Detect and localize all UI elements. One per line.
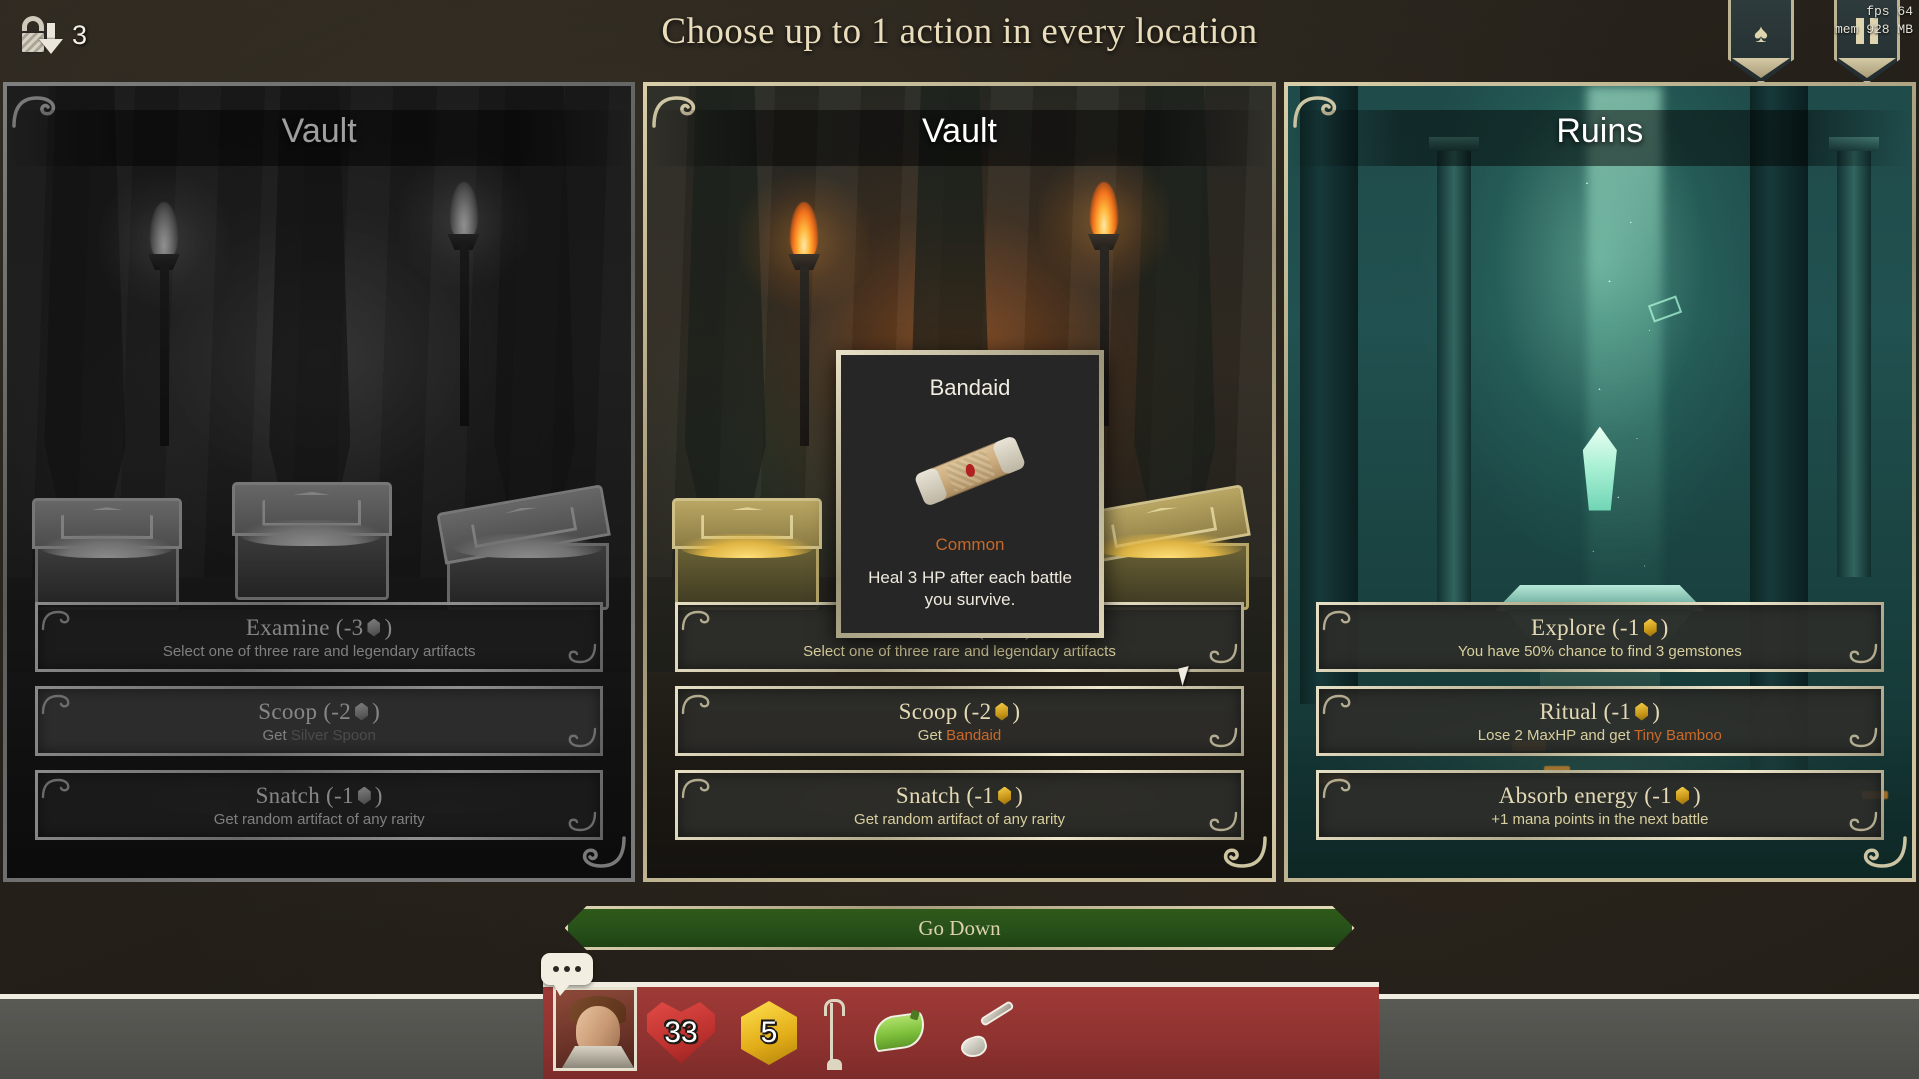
memory-counter: mem 928 MB — [1834, 21, 1913, 37]
action-title: Scoop (-2) — [898, 698, 1021, 724]
corner-flourish-icon — [1849, 811, 1878, 832]
location-title: Vault — [922, 112, 997, 150]
gem-icon — [995, 702, 1009, 721]
corner-flourish-icon — [41, 610, 70, 631]
corner-flourish-icon — [1209, 811, 1237, 832]
corner-flourish-icon — [1322, 610, 1351, 631]
page-title: Choose up to 1 action in every location — [661, 11, 1258, 52]
action-title: Snatch (-1) — [895, 782, 1024, 808]
corner-flourish-icon — [568, 643, 597, 664]
action-description: Get random artifact of any rarity — [213, 810, 425, 828]
gems-stat: 5 — [741, 1001, 797, 1065]
action-description: Get Bandaid — [917, 726, 1002, 744]
gem-icon — [355, 702, 369, 721]
gem-icon — [1635, 702, 1649, 721]
corner-flourish-icon — [568, 811, 597, 832]
corner-flourish-icon — [1322, 694, 1351, 715]
hud-divider — [823, 999, 845, 1067]
location-panel-ruins[interactable]: Ruins Explore (-1) You have 50% chance t… — [1283, 82, 1916, 882]
action-description: Get Silver Spoon — [262, 726, 376, 744]
action-button-snatch[interactable]: Snatch (-1) Get random artifact of any r… — [675, 770, 1244, 840]
performance-stats: fps 64 mem 928 MB — [1835, 3, 1913, 38]
player-hud: 33 5 — [541, 953, 1379, 1079]
corner-flourish-icon — [1849, 643, 1878, 664]
health-value: 33 — [664, 1016, 698, 1049]
item-slot-spoon[interactable] — [957, 1000, 1021, 1065]
action-title: Absorb energy (-1) — [1498, 782, 1701, 808]
tooltip-rarity: Common — [935, 535, 1005, 554]
action-list: Explore (-1) You have 50% chance to find… — [1315, 602, 1884, 840]
game-screen: 3 Choose up to 1 action in every locatio… — [0, 0, 1919, 1079]
tooltip-title: Bandaid — [929, 375, 1011, 400]
action-button-explore[interactable]: Explore (-1) You have 50% chance to find… — [1315, 602, 1884, 672]
gem-icon — [357, 786, 371, 805]
spoon-icon — [958, 1033, 990, 1061]
corner-flourish-icon — [682, 778, 710, 799]
action-description: Lose 2 MaxHP and get Tiny Bamboo — [1477, 726, 1722, 744]
go-down-button[interactable]: Go Down — [565, 906, 1355, 950]
corner-flourish-icon — [41, 694, 70, 715]
go-down-wrapper: Go Down — [565, 906, 1355, 950]
location-title: Ruins — [1556, 112, 1644, 150]
action-description: Select one of three rare and legendary a… — [803, 642, 1116, 660]
action-list: Examine (-3) Select one of three rare an… — [35, 602, 604, 840]
gems-value: 5 — [760, 1016, 778, 1049]
bandaid-icon — [910, 423, 1030, 519]
action-title: Examine (-3) — [245, 614, 393, 640]
item-tooltip: Bandaid Common Heal 3 HP after each batt… — [836, 350, 1104, 638]
corner-flourish-icon — [41, 778, 70, 799]
action-button-scoop[interactable]: Scoop (-2) Get Bandaid — [675, 686, 1244, 756]
deck-button[interactable]: ♠ — [1728, 0, 1794, 84]
corner-flourish-icon — [682, 610, 710, 631]
action-button-scoop[interactable]: Scoop (-2) Get Silver Spoon — [35, 686, 604, 756]
gem-icon — [998, 786, 1012, 805]
action-title: Scoop (-2) — [258, 698, 381, 724]
corner-flourish-icon — [682, 694, 710, 715]
location-panel-vault-left[interactable]: Vault Examine (-3) Select one of three r… — [3, 82, 636, 882]
fps-counter: fps 64 — [1866, 4, 1913, 19]
speech-bubble-icon[interactable] — [541, 953, 593, 996]
health-stat: 33 — [647, 1002, 715, 1064]
action-description: +1 mana points in the next battle — [1491, 810, 1709, 828]
spoon-handle — [979, 1000, 1015, 1027]
action-title: Ritual (-1) — [1539, 698, 1661, 724]
action-description: Get random artifact of any rarity — [854, 810, 1065, 828]
action-description: You have 50% chance to find 3 gemstones — [1457, 642, 1742, 660]
corner-flourish-icon — [1209, 727, 1237, 748]
corner-flourish-icon — [568, 727, 597, 748]
corner-flourish-icon — [1209, 643, 1237, 664]
action-description: Select one of three rare and legendary a… — [162, 642, 476, 660]
go-down-label: Go Down — [918, 915, 1001, 940]
corner-flourish-icon — [1322, 778, 1351, 799]
action-button-absorb-energy[interactable]: Absorb energy (-1) +1 mana points in the… — [1315, 770, 1884, 840]
playing-cards-icon: ♠ — [1754, 18, 1768, 48]
action-button-examine[interactable]: Examine (-3) Select one of three rare an… — [35, 602, 604, 672]
top-bar: 3 Choose up to 1 action in every locatio… — [0, 0, 1919, 84]
corner-flourish-icon — [1849, 727, 1878, 748]
item-slot-banana[interactable] — [867, 1001, 931, 1065]
avatar[interactable] — [553, 987, 637, 1071]
gem-icon — [1675, 786, 1689, 805]
banana-icon — [870, 1009, 928, 1053]
action-title: Explore (-1) — [1530, 614, 1669, 640]
location-title: Vault — [281, 112, 357, 150]
action-title: Snatch (-1) — [255, 782, 383, 808]
action-button-ritual[interactable]: Ritual (-1) Lose 2 MaxHP and get Tiny Ba… — [1315, 686, 1884, 756]
gem-icon — [1643, 618, 1657, 637]
gem-icon — [367, 618, 381, 637]
action-button-snatch[interactable]: Snatch (-1) Get random artifact of any r… — [35, 770, 604, 840]
tooltip-description: Heal 3 HP after each battle you survive. — [868, 568, 1072, 610]
